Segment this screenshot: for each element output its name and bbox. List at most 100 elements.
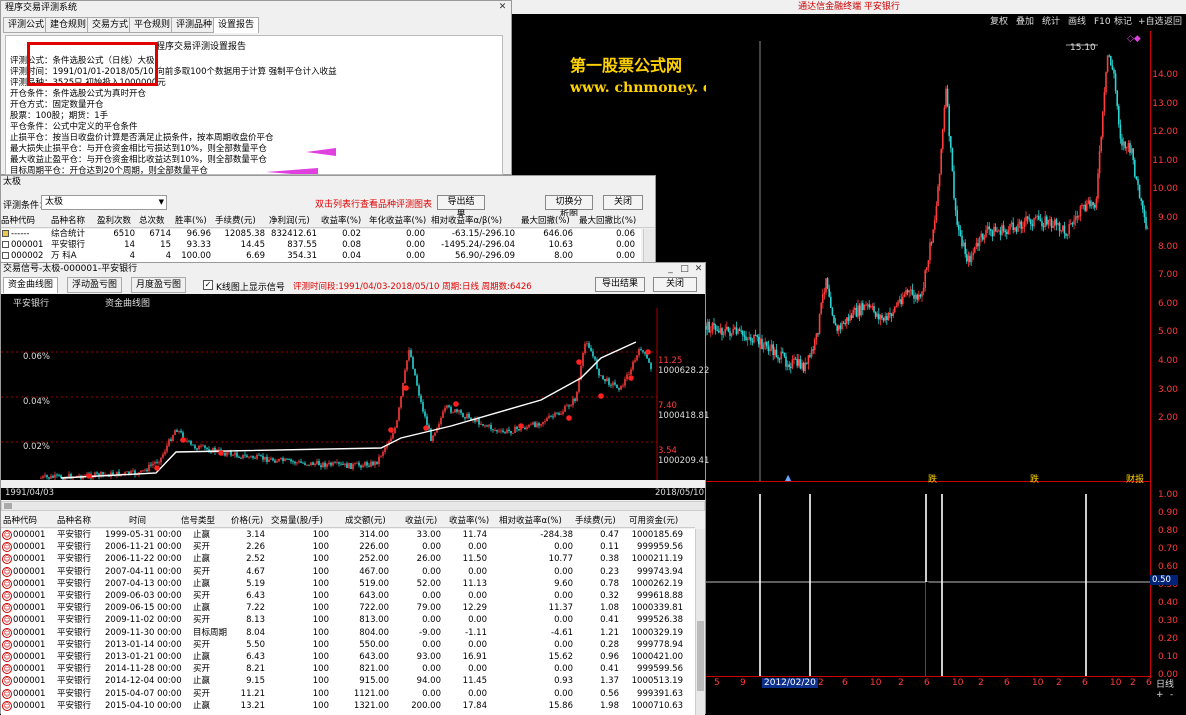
- toolbar-favorite-button[interactable]: +自选: [1138, 16, 1164, 29]
- period-label[interactable]: 日线: [1156, 677, 1174, 690]
- chart-horizontal-scrollbar[interactable]: [1, 501, 705, 511]
- show-signal-checkbox[interactable]: ✓: [203, 280, 213, 290]
- trade-signal-marker[interactable]: [403, 385, 409, 391]
- condition-select[interactable]: 太极 ▼: [41, 195, 167, 210]
- table-row[interactable]: ☺ 000001 平安银行 2009-06-15 00:00 止赢 7.22 100 722.…: [1, 602, 695, 614]
- signal-close-button[interactable]: 关闭: [653, 277, 697, 292]
- table-row[interactable]: ☺ 000001 平安银行 2009-11-02 00:00 买开 8.13 100 813.…: [1, 614, 695, 626]
- switch-chart-button[interactable]: 切换分析图: [545, 195, 593, 220]
- candle-body: [226, 452, 228, 456]
- table-row[interactable]: 000001 平安银行 14 15 93.33 14.45 837.55 0.08 0.00 -1…: [1, 240, 641, 251]
- candle-body: [1106, 55, 1109, 72]
- candle-body: [568, 405, 570, 407]
- indicator-chart[interactable]: [706, 488, 1150, 676]
- tab-settings-report[interactable]: 设置报告: [213, 17, 260, 33]
- candle-body: [706, 326, 707, 330]
- trade-signal-marker[interactable]: [453, 401, 459, 407]
- table-cell: 0.00: [554, 542, 573, 553]
- trade-signal-marker[interactable]: [518, 423, 524, 429]
- buy-signal-icon: ☺: [2, 542, 12, 553]
- maximize-icon[interactable]: □: [679, 264, 690, 275]
- indicator-axis-label: 1.00: [1157, 490, 1178, 500]
- trade-signal-marker[interactable]: [154, 465, 160, 471]
- candle-body: [352, 464, 354, 469]
- trade-signal-marker[interactable]: [180, 437, 186, 443]
- candle-body: [946, 88, 949, 106]
- table-row[interactable]: ☺ 000001 平安银行 1999-05-31 00:00 止赢 3.14 100 314.…: [1, 529, 695, 541]
- row-checkbox[interactable]: [2, 252, 9, 259]
- zoom-in-button[interactable]: +: [1156, 690, 1164, 700]
- table-row[interactable]: ☺ 000001 平安银行 2014-11-28 00:00 买开 8.21 100 821.…: [1, 663, 695, 675]
- trade-signal-marker[interactable]: [628, 375, 634, 381]
- minimize-icon[interactable]: _: [665, 264, 676, 275]
- trade-signal-marker[interactable]: [566, 415, 572, 421]
- table-row[interactable]: ☺ 000001 平安银行 2015-04-07 00:00 买开 11.21 100 112…: [1, 688, 695, 700]
- table-row[interactable]: ☺ 000001 平安银行 2013-01-21 00:00 止赢 6.43 100 643.…: [1, 651, 695, 663]
- tab-equity-curve[interactable]: 资金曲线图: [3, 277, 59, 293]
- table-cell: 8.00: [554, 251, 573, 261]
- zoom-out-button[interactable]: -: [1170, 690, 1173, 700]
- table-row[interactable]: ☺ 000001 平安银行 2014-12-04 00:00 止赢 9.15 100 915.…: [1, 675, 695, 687]
- tab-close-rules[interactable]: 平仓规则: [129, 17, 176, 33]
- candle-body: [144, 469, 146, 471]
- toolbar-overlay-button[interactable]: 叠加: [1016, 16, 1034, 29]
- signal-close-icon[interactable]: ✕: [693, 264, 704, 275]
- table-cell: 0.00: [406, 251, 425, 261]
- candle-body: [774, 349, 776, 355]
- equity-curve-chart[interactable]: [1, 308, 705, 480]
- candle-body: [590, 347, 592, 352]
- tab-open-rules[interactable]: 建仓规则: [45, 17, 92, 33]
- results-close-button[interactable]: 关闭: [603, 195, 643, 210]
- candlestick-chart[interactable]: [706, 31, 1150, 481]
- trade-signal-marker[interactable]: [576, 359, 582, 365]
- toolbar-draw-button[interactable]: 画线: [1068, 16, 1086, 29]
- tab-monthly-pnl[interactable]: 月度盈亏图: [131, 277, 187, 293]
- candle-body: [884, 316, 886, 321]
- signal-export-button[interactable]: 导出结果: [595, 277, 645, 292]
- trade-signal-marker[interactable]: [86, 473, 92, 479]
- trade-signal-marker[interactable]: [423, 425, 429, 431]
- export-results-button[interactable]: 导出结果: [437, 195, 485, 220]
- trade-signal-marker[interactable]: [388, 427, 394, 433]
- tab-trade-mode[interactable]: 交易方式: [87, 17, 134, 33]
- toolbar-back-button[interactable]: 返回: [1164, 16, 1182, 29]
- toolbar-f10-button[interactable]: F10: [1094, 16, 1111, 29]
- table-row[interactable]: ☺ 000001 平安银行 2009-11-30 00:00 目标周期 8.04 100 80…: [1, 627, 695, 639]
- tab-floating-pnl[interactable]: 浮动盈亏图: [67, 277, 123, 293]
- table-cell: 1000513.19: [631, 676, 683, 687]
- table-row[interactable]: ☺ 000001 平安银行 2007-04-13 00:00 止赢 5.19 100 519.…: [1, 578, 695, 590]
- table-row[interactable]: ------ 综合统计 6510 6714 96.96 12085.38 832412.61…: [1, 229, 641, 240]
- signal-table-scrollbar[interactable]: [695, 529, 705, 715]
- candle-body: [146, 469, 148, 471]
- show-signal-label: K线图上显示信号: [216, 283, 285, 293]
- table-row[interactable]: ☺ 000001 平安银行 2015-04-10 00:00 止赢 13.21 100 132…: [1, 700, 695, 712]
- candle-body: [466, 413, 468, 419]
- eval-close-icon[interactable]: ✕: [497, 2, 508, 13]
- scroll-thumb[interactable]: [697, 621, 704, 691]
- table-row[interactable]: ☺ 000001 平安银行 2013-01-14 00:00 买开 5.50 100 550.…: [1, 639, 695, 651]
- trade-signal-marker[interactable]: [218, 450, 224, 456]
- price-axis-label: 3.54: [658, 446, 677, 456]
- table-row[interactable]: ☺ 000001 平安银行 2009-06-03 00:00 买开 6.43 100 643.…: [1, 590, 695, 602]
- candle-body: [962, 242, 965, 247]
- toolbar-fuquan-button[interactable]: 复权: [990, 16, 1008, 29]
- table-row[interactable]: ☺ 000001 平安银行 2007-04-11 00:00 买开 4.67 100 467.…: [1, 566, 695, 578]
- candle-body: [268, 459, 270, 463]
- table-row[interactable]: ☺ 000001 平安银行 2006-11-21 00:00 买开 2.26 100 226.…: [1, 541, 695, 553]
- toolbar-stats-button[interactable]: 统计: [1042, 16, 1060, 29]
- tab-eval-symbols[interactable]: 评测品种: [171, 17, 218, 33]
- row-checkbox[interactable]: [2, 241, 9, 248]
- scroll-thumb[interactable]: [4, 503, 12, 509]
- candle-body: [807, 355, 810, 364]
- table-row[interactable]: ☺ 000001 平安银行 2006-11-22 00:00 止赢 2.52 100 252.…: [1, 553, 695, 565]
- candle-body: [640, 349, 642, 351]
- table-cell: 17.84: [462, 700, 487, 711]
- candle-body: [951, 148, 954, 172]
- toolbar-mark-button[interactable]: 标记: [1114, 16, 1132, 29]
- results-scrollbar[interactable]: [643, 229, 655, 263]
- trade-signal-marker[interactable]: [598, 393, 604, 399]
- trade-signal-marker[interactable]: [645, 349, 651, 355]
- tab-eval-formula[interactable]: 评测公式: [3, 17, 50, 33]
- table-row[interactable]: 000002 万 科A 4 4 100.00 6.69 354.31 0.04 0.00 56.9…: [1, 251, 641, 262]
- candle-body: [846, 317, 848, 324]
